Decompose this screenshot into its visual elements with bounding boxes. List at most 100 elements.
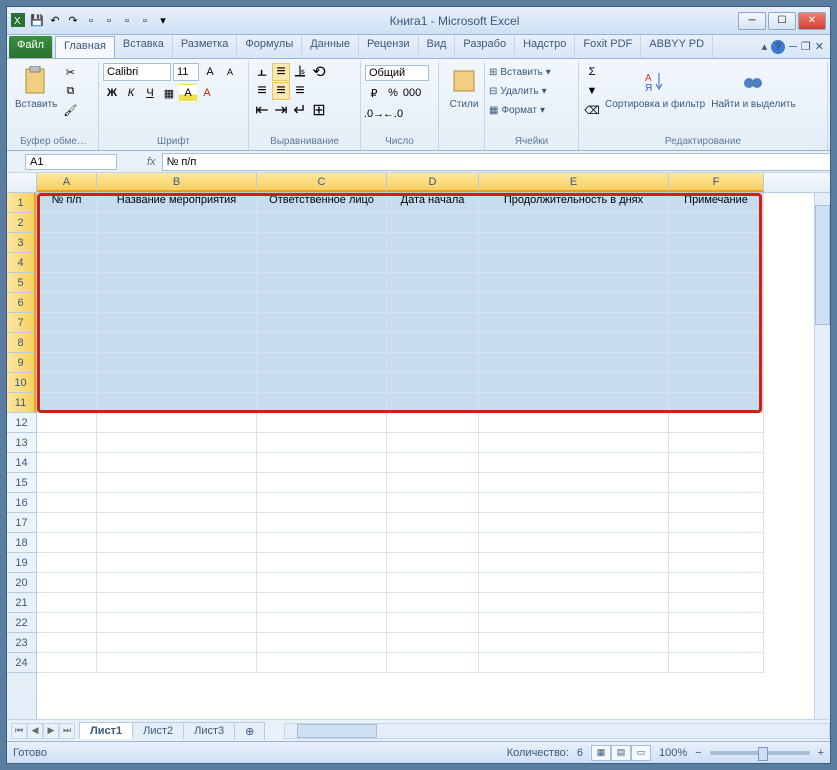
cell[interactable] — [669, 553, 764, 573]
cell[interactable] — [37, 593, 97, 613]
cell[interactable] — [97, 253, 257, 273]
row-header[interactable]: 4 — [7, 253, 36, 273]
cell[interactable] — [669, 593, 764, 613]
row-header[interactable]: 17 — [7, 513, 36, 533]
cell[interactable] — [257, 353, 387, 373]
cell[interactable] — [669, 633, 764, 653]
align-right-icon[interactable]: ≡ — [291, 82, 309, 100]
cell[interactable] — [257, 453, 387, 473]
tab-abbyy[interactable]: ABBYY PD — [641, 35, 713, 58]
help-icon[interactable]: ? — [771, 40, 785, 54]
sheet-nav-next-icon[interactable]: ▶ — [43, 723, 59, 739]
tab-layout[interactable]: Разметка — [173, 35, 238, 58]
close-button[interactable]: ✕ — [798, 12, 826, 30]
cell[interactable] — [257, 273, 387, 293]
cell[interactable] — [669, 233, 764, 253]
cell[interactable] — [97, 593, 257, 613]
cell[interactable] — [97, 273, 257, 293]
cell[interactable] — [37, 513, 97, 533]
cell[interactable] — [257, 533, 387, 553]
column-header[interactable]: D — [387, 173, 479, 192]
cell[interactable] — [97, 293, 257, 313]
cell[interactable] — [257, 653, 387, 673]
cell[interactable] — [257, 313, 387, 333]
cell[interactable] — [387, 613, 479, 633]
cell[interactable] — [37, 393, 97, 413]
mdi-close-icon[interactable]: ✕ — [815, 40, 824, 53]
cell[interactable] — [257, 293, 387, 313]
cell[interactable] — [387, 593, 479, 613]
cell[interactable] — [387, 413, 479, 433]
cell[interactable] — [669, 613, 764, 633]
cell[interactable] — [97, 453, 257, 473]
cell[interactable]: Ответственное лицо — [257, 193, 387, 213]
cell[interactable] — [669, 433, 764, 453]
cell[interactable] — [257, 213, 387, 233]
tab-data[interactable]: Данные — [302, 35, 359, 58]
cell[interactable] — [37, 213, 97, 233]
cell[interactable] — [479, 353, 669, 373]
cell[interactable] — [669, 213, 764, 233]
column-header[interactable]: B — [97, 173, 257, 192]
cell[interactable] — [479, 613, 669, 633]
column-header[interactable]: A — [37, 173, 97, 192]
row-header[interactable]: 3 — [7, 233, 36, 253]
row-header[interactable]: 20 — [7, 573, 36, 593]
currency-icon[interactable]: ₽ — [365, 84, 383, 102]
horizontal-scrollbar[interactable] — [284, 723, 830, 739]
cell[interactable] — [387, 313, 479, 333]
cell[interactable]: Продолжительность в днях — [479, 193, 669, 213]
sheet-nav-prev-icon[interactable]: ◀ — [27, 723, 43, 739]
zoom-out-button[interactable]: − — [695, 747, 701, 759]
cell[interactable] — [97, 513, 257, 533]
column-header[interactable]: C — [257, 173, 387, 192]
sheet-nav-last-icon[interactable]: ⏭ — [59, 723, 75, 739]
cell[interactable] — [37, 413, 97, 433]
cell[interactable] — [97, 533, 257, 553]
tab-home[interactable]: Главная — [55, 36, 115, 58]
row-header[interactable]: 11 — [7, 393, 36, 413]
scrollbar-thumb[interactable] — [815, 205, 830, 325]
font-size-input[interactable] — [173, 63, 199, 81]
row-header[interactable]: 22 — [7, 613, 36, 633]
cell[interactable] — [669, 333, 764, 353]
format-painter-icon[interactable]: 🖌 — [61, 101, 79, 119]
fx-icon[interactable]: fx — [147, 156, 156, 168]
row-header[interactable]: 16 — [7, 493, 36, 513]
cell[interactable] — [479, 493, 669, 513]
cell[interactable] — [37, 493, 97, 513]
name-box[interactable] — [25, 154, 117, 170]
cell[interactable] — [387, 293, 479, 313]
cell[interactable] — [97, 313, 257, 333]
cell[interactable] — [387, 273, 479, 293]
cell[interactable] — [387, 633, 479, 653]
cell[interactable] — [387, 253, 479, 273]
row-header[interactable]: 18 — [7, 533, 36, 553]
comma-icon[interactable]: 000 — [403, 84, 421, 102]
tab-foxit[interactable]: Foxit PDF — [575, 35, 641, 58]
autosum-icon[interactable]: Σ — [583, 63, 601, 81]
qat-icon[interactable]: ▫ — [119, 13, 135, 29]
align-center-icon[interactable]: ≡ — [272, 82, 290, 100]
cell[interactable] — [479, 453, 669, 473]
cell[interactable] — [669, 393, 764, 413]
sort-filter-button[interactable]: АЯ Сортировка и фильтр — [603, 63, 707, 112]
cell[interactable] — [479, 473, 669, 493]
maximize-button[interactable]: ☐ — [768, 12, 796, 30]
align-middle-icon[interactable]: ≡ — [272, 63, 290, 81]
wrap-text-icon[interactable]: ↵ — [291, 101, 309, 119]
tab-insert[interactable]: Вставка — [115, 35, 173, 58]
bold-button[interactable]: Ж — [103, 84, 121, 102]
cell[interactable] — [257, 593, 387, 613]
column-header[interactable]: F — [669, 173, 764, 192]
align-left-icon[interactable]: ≡ — [253, 82, 271, 100]
cell[interactable] — [669, 313, 764, 333]
cell[interactable] — [37, 273, 97, 293]
cell[interactable] — [37, 293, 97, 313]
tab-developer[interactable]: Разрабо — [455, 35, 515, 58]
cell[interactable] — [387, 533, 479, 553]
cell[interactable]: № п/п — [37, 193, 97, 213]
increase-indent-icon[interactable]: ⇥ — [272, 101, 290, 119]
cell[interactable] — [387, 353, 479, 373]
cell[interactable] — [37, 353, 97, 373]
